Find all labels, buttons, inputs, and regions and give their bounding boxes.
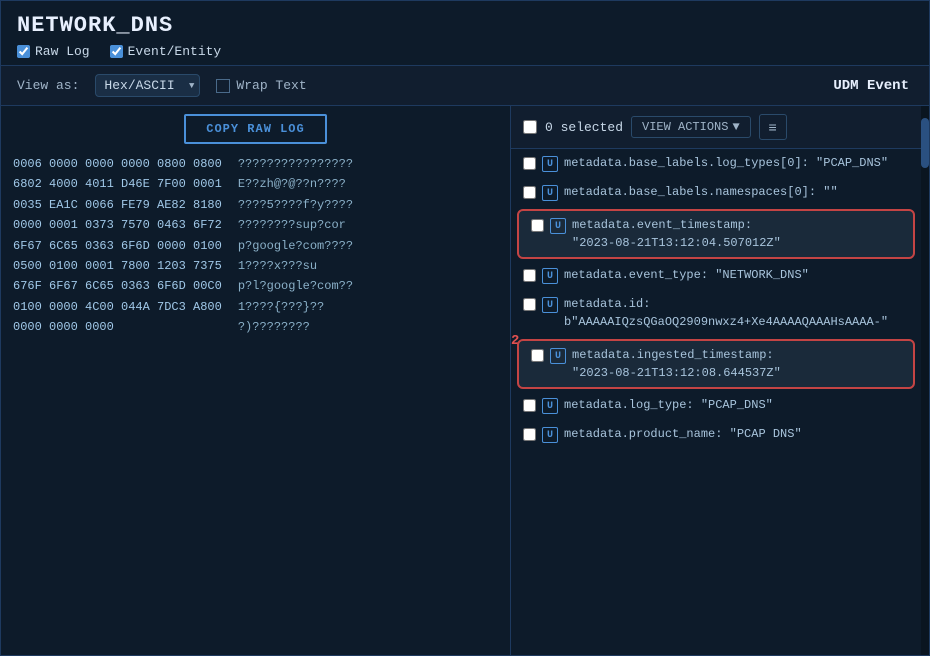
item-icon-7: U	[542, 398, 558, 414]
item-key-8: metadata.product_name:	[564, 427, 730, 441]
item-checkbox-4[interactable]	[523, 269, 536, 282]
item-value-2: ""	[823, 185, 837, 199]
item-checkbox-3[interactable]	[531, 219, 544, 232]
item-icon-3: U	[550, 218, 566, 234]
select-all-checkbox[interactable]	[523, 120, 537, 134]
raw-log-label: Raw Log	[35, 44, 90, 59]
item-value-7: "PCAP_DNS"	[701, 398, 773, 412]
item-value-4: "NETWORK_DNS"	[715, 268, 809, 282]
item-value-3: "2023-08-21T13:12:04.507012Z"	[572, 236, 781, 250]
item-value-8: "PCAP DNS"	[730, 427, 802, 441]
copy-raw-log-button[interactable]: COPY RAW LOG	[184, 114, 326, 144]
wrap-text-text: Wrap Text	[236, 78, 306, 93]
item-key-1: metadata.base_labels.log_types[0]:	[564, 156, 816, 170]
item-key-7: metadata.log_type:	[564, 398, 701, 412]
ascii-column: ???????????????? E??zh@?@??n???? ????5??…	[238, 154, 353, 338]
wrap-text-checkbox[interactable]	[216, 79, 230, 93]
header: NETWORK_DNS Raw Log Event/Entity	[1, 1, 929, 66]
udm-item-6: U metadata.ingested_timestamp: "2023-08-…	[517, 339, 915, 389]
checkboxes-row: Raw Log Event/Entity	[17, 44, 913, 59]
item-text-3: metadata.event_timestamp: "2023-08-21T13…	[572, 216, 901, 252]
item-checkbox-7[interactable]	[523, 399, 536, 412]
filter-button[interactable]: ≡	[759, 114, 787, 140]
item-key-4: metadata.event_type:	[564, 268, 715, 282]
item-key-2: metadata.base_labels.namespaces[0]:	[564, 185, 823, 199]
udm-item-5: U metadata.id: b"AAAAAIQzsQGaOQ2909nwxz4…	[511, 290, 921, 337]
view-as-label: View as:	[17, 78, 79, 93]
item-text-1: metadata.base_labels.log_types[0]: "PCAP…	[564, 154, 909, 172]
udm-item-1: U metadata.base_labels.log_types[0]: "PC…	[511, 149, 921, 178]
view-actions-label: VIEW ACTIONS	[642, 120, 728, 134]
item-icon-8: U	[542, 427, 558, 443]
udm-event-label: UDM Event	[833, 78, 913, 94]
item-checkbox-8[interactable]	[523, 428, 536, 441]
item-value-5: b"AAAAAIQzsQGaOQ2909nwxz4+Xe4AAAAQAAAHsA…	[564, 315, 888, 329]
item-icon-5: U	[542, 297, 558, 313]
item-text-8: metadata.product_name: "PCAP DNS"	[564, 425, 909, 443]
event-entity-label: Event/Entity	[128, 44, 222, 59]
filter-icon: ≡	[769, 119, 777, 135]
item-text-7: metadata.log_type: "PCAP_DNS"	[564, 396, 909, 414]
item-icon-4: U	[542, 268, 558, 284]
item-value-6: "2023-08-21T13:12:08.644537Z"	[572, 366, 781, 380]
event-entity-checkbox-label[interactable]: Event/Entity	[110, 44, 222, 59]
left-panel: COPY RAW LOG 0006 0000 0000 0000 0800 08…	[1, 106, 511, 655]
wrap-text-label[interactable]: Wrap Text	[216, 78, 306, 93]
item-text-4: metadata.event_type: "NETWORK_DNS"	[564, 266, 909, 284]
item-key-3: metadata.event_timestamp:	[572, 218, 752, 232]
udm-item-3: U metadata.event_timestamp: "2023-08-21T…	[517, 209, 915, 259]
item-icon-1: U	[542, 156, 558, 172]
udm-list: U metadata.base_labels.log_types[0]: "PC…	[511, 149, 921, 449]
item-text-2: metadata.base_labels.namespaces[0]: ""	[564, 183, 909, 201]
hex-column: 0006 0000 0000 0000 0800 0800 6802 4000 …	[13, 154, 222, 338]
item-key-6: metadata.ingested_timestamp:	[572, 348, 774, 362]
event-entity-checkbox[interactable]	[110, 45, 123, 58]
udm-item-7: U metadata.log_type: "PCAP_DNS"	[511, 391, 921, 420]
view-as-select-wrapper[interactable]: Hex/ASCII Text Base64	[95, 74, 200, 97]
item-checkbox-6[interactable]	[531, 349, 544, 362]
raw-log-checkbox-label[interactable]: Raw Log	[17, 44, 90, 59]
scrollbar-track[interactable]	[921, 106, 929, 655]
item-checkbox-5[interactable]	[523, 298, 536, 311]
item-value-1: "PCAP_DNS"	[816, 156, 888, 170]
raw-log-checkbox[interactable]	[17, 45, 30, 58]
item-icon-2: U	[542, 185, 558, 201]
item-checkbox-1[interactable]	[523, 157, 536, 170]
hex-area: 0006 0000 0000 0000 0800 0800 6802 4000 …	[13, 154, 498, 338]
selected-count: 0 selected	[545, 120, 623, 135]
udm-toolbar: 0 selected VIEW ACTIONS ▼ ≡	[511, 106, 921, 149]
udm-item-8: U metadata.product_name: "PCAP DNS"	[511, 420, 921, 449]
item-icon-6: U	[550, 348, 566, 364]
view-actions-button[interactable]: VIEW ACTIONS ▼	[631, 116, 751, 138]
item-text-5: metadata.id: b"AAAAAIQzsQGaOQ2909nwxz4+X…	[564, 295, 909, 331]
right-panel[interactable]: 0 selected VIEW ACTIONS ▼ ≡ U	[511, 106, 921, 655]
toolbar: View as: Hex/ASCII Text Base64 Wrap Text…	[1, 66, 929, 106]
view-actions-chevron-icon: ▼	[732, 120, 739, 134]
item-text-6: metadata.ingested_timestamp: "2023-08-21…	[572, 346, 901, 382]
content-area: COPY RAW LOG 0006 0000 0000 0000 0800 08…	[1, 106, 929, 655]
scrollbar-thumb[interactable]	[921, 118, 929, 168]
udm-item-4: U metadata.event_type: "NETWORK_DNS"	[511, 261, 921, 290]
page-title: NETWORK_DNS	[17, 13, 913, 38]
right-panel-inner: 0 selected VIEW ACTIONS ▼ ≡ U	[511, 106, 921, 449]
view-as-select[interactable]: Hex/ASCII Text Base64	[95, 74, 200, 97]
udm-item-2: 1 U metadata.base_labels.namespaces[0]: …	[511, 178, 921, 207]
item-key-5: metadata.id:	[564, 297, 650, 311]
item-checkbox-2[interactable]	[523, 186, 536, 199]
app-container: NETWORK_DNS Raw Log Event/Entity View as…	[0, 0, 930, 656]
copy-btn-row: COPY RAW LOG	[13, 114, 498, 144]
